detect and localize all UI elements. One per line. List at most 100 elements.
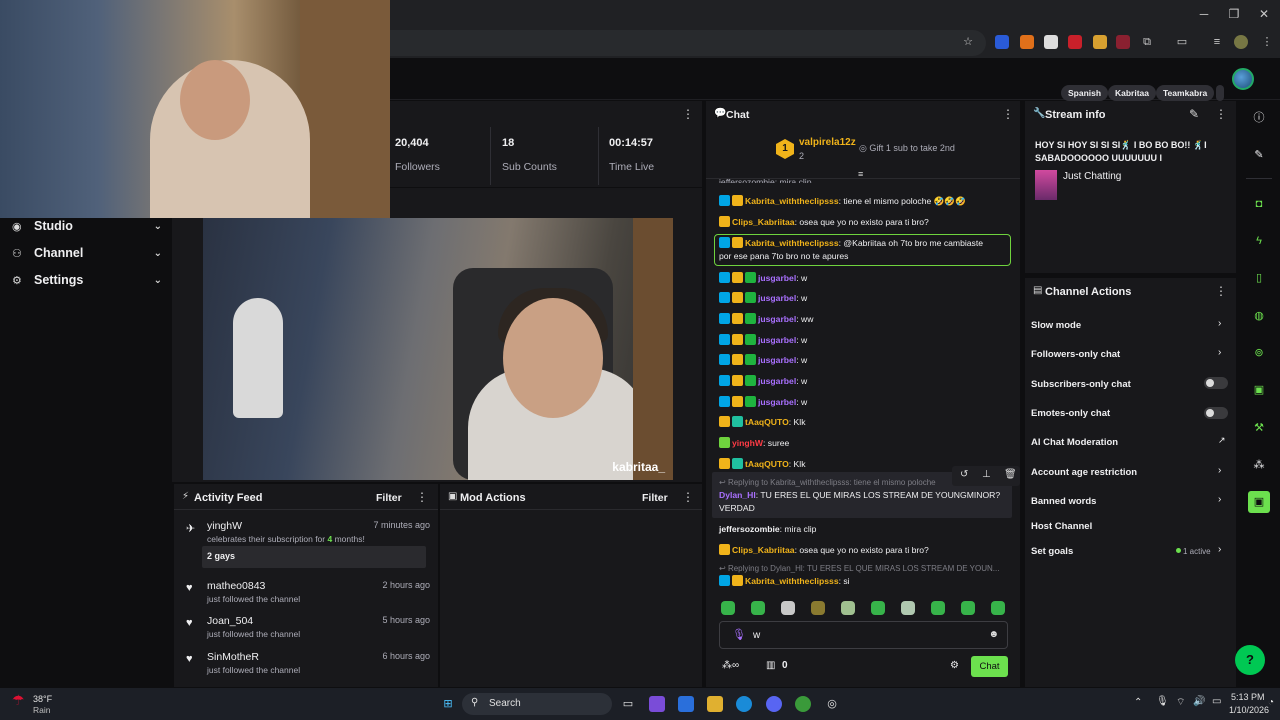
points-icon[interactable]: ⁂∞ bbox=[722, 660, 739, 671]
wrench-icon[interactable]: ⚒ bbox=[1248, 417, 1270, 439]
action-ai-moderation[interactable]: AI Chat Moderation bbox=[1031, 437, 1118, 448]
filter-button[interactable]: Filter bbox=[376, 492, 402, 504]
more-icon[interactable]: ⋮ bbox=[416, 490, 428, 504]
chevron-right-icon[interactable]: › bbox=[1218, 318, 1221, 329]
stream-preview[interactable]: kabritaa_ bbox=[203, 218, 673, 480]
emote-icon[interactable] bbox=[931, 601, 945, 615]
chat-input[interactable]: 🎙 w ☻ bbox=[719, 621, 1008, 649]
chevron-right-icon[interactable]: › bbox=[1218, 544, 1221, 555]
star-icon[interactable]: ☆ bbox=[961, 35, 975, 49]
chat-message[interactable]: jusgarbel: w bbox=[719, 334, 1009, 347]
emote-icon[interactable] bbox=[721, 601, 735, 615]
chat-message[interactable]: jusgarbel: ww bbox=[719, 313, 1009, 326]
extension-icon[interactable] bbox=[1044, 35, 1058, 49]
action-slow-mode[interactable]: Slow mode bbox=[1031, 320, 1081, 331]
notification-icon[interactable]: ◔ bbox=[1268, 697, 1274, 708]
add-action-icon[interactable]: ⁂ bbox=[1248, 454, 1270, 476]
emotes-only-toggle[interactable] bbox=[1204, 407, 1228, 419]
action-account-age[interactable]: Account age restriction bbox=[1031, 467, 1137, 478]
chevron-right-icon[interactable]: › bbox=[1218, 494, 1221, 505]
lightning-icon[interactable]: ϟ bbox=[1248, 230, 1270, 252]
feed-user[interactable]: yinghW bbox=[207, 520, 242, 532]
chat-message[interactable]: jusgarbel: w bbox=[719, 375, 1009, 388]
emote-icon[interactable] bbox=[961, 601, 975, 615]
menu-icon[interactable]: ⋮ bbox=[1260, 35, 1274, 49]
extension-icon[interactable] bbox=[995, 35, 1009, 49]
sidebar-item-settings[interactable]: ⚙ Settings ⌄ bbox=[12, 270, 162, 290]
close-icon[interactable]: ✕ bbox=[1256, 6, 1272, 22]
puzzle-icon[interactable]: ⧉ bbox=[1140, 35, 1154, 49]
more-icon[interactable]: ⋮ bbox=[682, 107, 694, 121]
action-followers-only[interactable]: Followers-only chat bbox=[1031, 349, 1120, 360]
leader-user[interactable]: valpirela12z bbox=[799, 137, 856, 148]
pencil-icon[interactable]: ✎ bbox=[1248, 144, 1270, 166]
sidebar-item-channel[interactable]: ⚇ Channel ⌄ bbox=[12, 243, 162, 263]
chat-message[interactable]: jusgarbel: w bbox=[719, 396, 1009, 409]
chat-message[interactable]: Kabrita_withtheclipsss: @Kabriitaa oh 7t… bbox=[719, 237, 1009, 263]
emote-icon[interactable] bbox=[751, 601, 765, 615]
help-icon[interactable]: ? bbox=[1235, 645, 1265, 675]
extension-icon[interactable] bbox=[1020, 35, 1034, 49]
reply-context[interactable]: ↩ Replying to Kabrita_withtheclipsss: ti… bbox=[719, 478, 936, 487]
chat-message[interactable]: Clips_Kabriitaa: osea que yo no existo p… bbox=[719, 216, 1009, 229]
media-icon[interactable]: ≡ bbox=[1210, 35, 1224, 49]
action-set-goals[interactable]: Set goals bbox=[1031, 546, 1073, 557]
chat-message[interactable]: Kabrita_withtheclipsss: si bbox=[719, 575, 1009, 588]
clock-time[interactable]: 5:13 PM bbox=[1231, 692, 1265, 702]
grid-icon[interactable]: ▣ bbox=[1248, 379, 1270, 401]
sidebar-item-studio[interactable]: ◉ Studio ⌄ bbox=[12, 216, 162, 236]
folder-icon[interactable] bbox=[707, 696, 723, 712]
chat-message[interactable]: tAaqQUTO: Klk bbox=[719, 416, 1009, 429]
action-host-channel[interactable]: Host Channel bbox=[1031, 521, 1092, 532]
gift-prompt[interactable]: ◎ Gift 1 sub to take 2nd bbox=[859, 143, 955, 154]
chat-message[interactable]: Clips_Kabriitaa: osea que yo no existo p… bbox=[719, 544, 1009, 557]
stream-tag-overflow[interactable] bbox=[1216, 85, 1224, 101]
info-icon[interactable]: ⓘ bbox=[1248, 107, 1270, 129]
chat-bubble-icon[interactable]: ◍ bbox=[1248, 305, 1270, 327]
page-icon[interactable]: ▯ bbox=[1248, 267, 1270, 289]
gear-icon[interactable]: ⚙ bbox=[950, 660, 959, 671]
undo-icon[interactable]: ↺ bbox=[960, 469, 968, 480]
stream-tag[interactable]: Teamkabra bbox=[1156, 85, 1215, 101]
battery-icon[interactable]: ▭ bbox=[1212, 696, 1221, 707]
chat-message[interactable]: Dylan_Hl: TU ERES EL QUE MIRAS LOS STREA… bbox=[719, 489, 1009, 515]
app-icon[interactable]: ◎ bbox=[824, 696, 840, 712]
chevron-up-icon[interactable]: ⌃ bbox=[1134, 697, 1142, 708]
chat-message[interactable]: jusgarbel: w bbox=[719, 272, 1009, 285]
start-icon[interactable]: ⊞ bbox=[440, 696, 456, 712]
mic-icon[interactable]: 🎙 bbox=[732, 628, 746, 641]
minimize-icon[interactable]: ─ bbox=[1196, 6, 1212, 22]
address-bar[interactable] bbox=[390, 30, 986, 56]
subscribers-only-toggle[interactable] bbox=[1204, 377, 1228, 389]
trash-icon[interactable]: 🗑 bbox=[1004, 469, 1017, 480]
action-banned-words[interactable]: Banned words bbox=[1031, 496, 1096, 507]
edge-icon[interactable] bbox=[736, 696, 752, 712]
copilot-icon[interactable] bbox=[649, 696, 665, 712]
clip-icon[interactable]: ◘ bbox=[1248, 193, 1270, 215]
broadcast-icon[interactable]: ⊚ bbox=[1248, 342, 1270, 364]
clock-date[interactable]: 1/10/2026 bbox=[1229, 705, 1269, 715]
taskbar-search[interactable]: ⚲ Search bbox=[462, 693, 612, 715]
reply-context[interactable]: ↩ Replying to Dylan_Hl: TU ERES EL QUE M… bbox=[719, 564, 999, 573]
mic-icon[interactable]: 🎙 bbox=[1156, 696, 1169, 707]
more-icon[interactable]: ⋮ bbox=[1215, 107, 1227, 121]
extension-icon[interactable]: ▣ bbox=[1248, 491, 1270, 513]
more-icon[interactable]: ⋮ bbox=[1002, 107, 1014, 121]
edit-icon[interactable]: ✎ bbox=[1189, 107, 1199, 121]
stream-category[interactable]: Just Chatting bbox=[1063, 171, 1121, 182]
emoji-icon[interactable]: ☻ bbox=[988, 629, 999, 640]
external-link-icon[interactable]: ↗ bbox=[1218, 435, 1226, 446]
maximize-icon[interactable]: ❐ bbox=[1226, 6, 1242, 22]
more-icon[interactable]: ⋮ bbox=[682, 490, 694, 504]
discord-icon[interactable] bbox=[766, 696, 782, 712]
chat-message[interactable]: jusgarbel: w bbox=[719, 354, 1009, 367]
store-icon[interactable]: ▥ bbox=[766, 660, 775, 671]
weather-temp[interactable]: 38°F bbox=[33, 694, 52, 704]
sidebar-icon[interactable]: ▭ bbox=[1175, 35, 1189, 49]
pin-icon[interactable]: ⊥ bbox=[982, 469, 991, 480]
emote-icon[interactable] bbox=[781, 601, 795, 615]
chat-message[interactable]: yinghW: suree bbox=[719, 437, 1009, 450]
stream-tag[interactable]: Spanish bbox=[1061, 85, 1109, 101]
feed-user[interactable]: matheo0843 bbox=[207, 580, 265, 592]
chat-message[interactable]: jeffersozombie: mira clip bbox=[719, 523, 1009, 536]
